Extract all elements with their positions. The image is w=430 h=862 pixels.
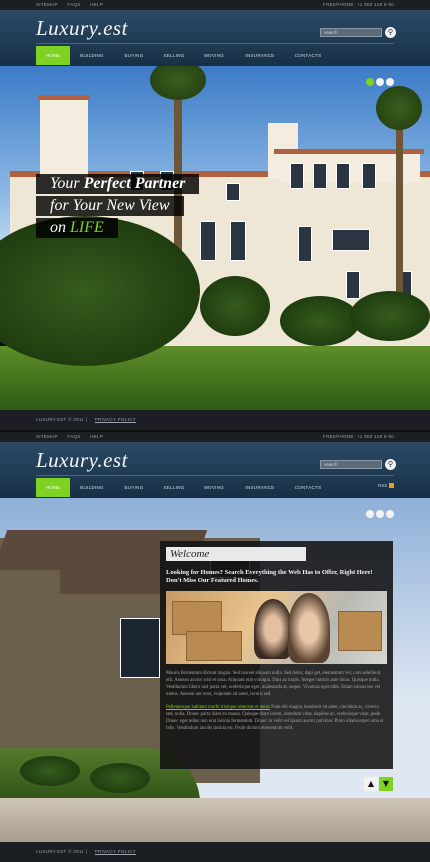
nav-contacts[interactable]: CONTACTS <box>288 478 328 497</box>
nav-buying[interactable]: BUYING <box>118 478 150 497</box>
utility-links: SITEMAP FAQS HELP <box>36 434 111 439</box>
site-footer: LUXURY.EST © 2011 | PRIVACY POLICY <box>0 410 430 430</box>
welcome-title: Welcome <box>166 547 306 561</box>
header-divider <box>36 43 394 44</box>
search-icon[interactable]: ⚲ <box>385 27 396 38</box>
site-footer: LUXURY.EST © 2011 | PRIVACY POLICY <box>0 842 430 862</box>
slider-dot-2[interactable] <box>376 510 384 518</box>
privacy-policy-link[interactable]: PRIVACY POLICY <box>95 417 136 422</box>
slider-pager <box>364 505 394 523</box>
slider-dot-1[interactable] <box>366 78 374 86</box>
slider-pager <box>364 73 394 91</box>
search-icon[interactable]: ⚲ <box>385 459 396 470</box>
welcome-paragraph-1: Mauris fermentum dictum magna. Sed laore… <box>166 671 382 697</box>
rss-icon <box>389 483 395 489</box>
help-link[interactable]: HELP <box>90 434 103 439</box>
arrow-up-icon[interactable]: ▲ <box>364 777 378 791</box>
slider-dot-3[interactable] <box>386 78 394 86</box>
sitemap-link[interactable]: SITEMAP <box>36 2 58 7</box>
hero-slogan: Your Perfect Partner for Your New View o… <box>36 174 200 240</box>
site-logo[interactable]: Luxury.est <box>36 448 128 473</box>
nav-moving[interactable]: MOVING <box>198 46 230 65</box>
nav-building[interactable]: BUILDING <box>74 478 110 497</box>
welcome-panel: Welcome Looking for Homes? Search Everyt… <box>160 541 393 769</box>
slogan-line-2: for Your New View <box>36 196 184 216</box>
welcome-link[interactable]: Pellentesque habitant morbi tristique se… <box>166 705 270 710</box>
nav-home[interactable]: HOME <box>36 478 70 497</box>
nav-building[interactable]: BUILDING <box>74 46 110 65</box>
help-link[interactable]: HELP <box>90 2 103 7</box>
slogan-line-3: on LIFE <box>36 218 118 238</box>
arrow-down-icon[interactable]: ▼ <box>379 777 393 791</box>
search-input[interactable]: search <box>320 460 382 469</box>
site-logo[interactable]: Luxury.est <box>36 16 128 41</box>
slider-dot-2[interactable] <box>376 78 384 86</box>
site-header: Luxury.est search ⚲ HOME BUILDING BUYING… <box>0 442 430 498</box>
faqs-link[interactable]: FAQS <box>67 2 80 7</box>
copyright-text: LUXURY.EST © 2011 <box>36 849 85 854</box>
utility-bar: SITEMAP FAQS HELP FREEPHONE: +1 800 129 … <box>0 432 430 442</box>
nav-contacts[interactable]: CONTACTS <box>288 46 328 65</box>
screen-home-slide: SITEMAP FAQS HELP FREEPHONE: +1 800 129 … <box>0 0 430 430</box>
slider-dot-1[interactable] <box>366 510 374 518</box>
site-header: Luxury.est search ⚲ HOME BUILDING BUYING… <box>0 10 430 66</box>
sitemap-link[interactable]: SITEMAP <box>36 434 58 439</box>
nav-buying[interactable]: BUYING <box>118 46 150 65</box>
nav-home[interactable]: HOME <box>36 46 70 65</box>
welcome-lead: Looking for Homes? Search Everything the… <box>166 569 373 584</box>
utility-bar: SITEMAP FAQS HELP FREEPHONE: +1 800 129 … <box>0 0 430 10</box>
nav-selling[interactable]: SELLING <box>158 478 190 497</box>
header-divider <box>36 475 394 476</box>
nav-selling[interactable]: SELLING <box>158 46 190 65</box>
slogan-line-1: Your Perfect Partner <box>36 174 200 194</box>
couple-photo <box>166 591 387 664</box>
nav-moving[interactable]: MOVING <box>198 478 230 497</box>
privacy-policy-link[interactable]: PRIVACY POLICY <box>95 849 136 854</box>
hero-image-villa: Your Perfect Partner for Your New View o… <box>0 66 430 410</box>
faqs-link[interactable]: FAQS <box>67 434 80 439</box>
freephone-text: FREEPHONE: +1 800 129 6 80 <box>323 434 394 439</box>
utility-links: SITEMAP FAQS HELP <box>36 2 111 7</box>
search-input[interactable]: search <box>320 28 382 37</box>
welcome-paragraph-2: Pellentesque habitant morbi tristique se… <box>166 705 384 731</box>
freephone-text: FREEPHONE: +1 800 129 6 80 <box>323 2 394 7</box>
rss-link[interactable]: RSS <box>378 483 395 489</box>
scroll-arrows: ▲ ▼ <box>364 773 393 791</box>
nav-insurance[interactable]: INSURANCE <box>238 478 282 497</box>
slider-dot-3[interactable] <box>386 510 394 518</box>
copyright-text: LUXURY.EST © 2011 <box>36 417 85 422</box>
nav-insurance[interactable]: INSURANCE <box>238 46 282 65</box>
